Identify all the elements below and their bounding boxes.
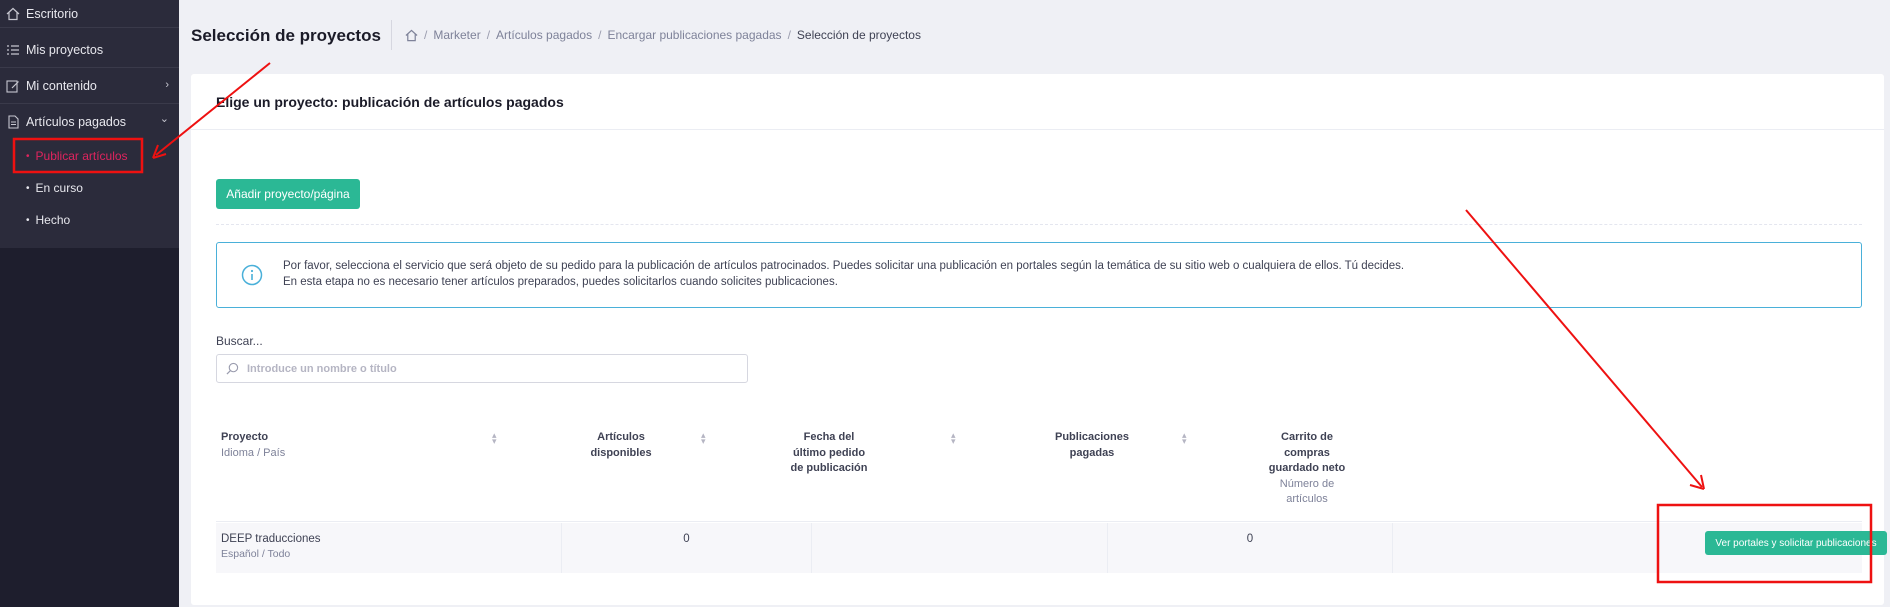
column-header-publicaciones[interactable]: Publicaciones pagadas	[1027, 430, 1157, 461]
add-project-button[interactable]: Añadir proyecto/página	[216, 179, 360, 209]
list-icon	[5, 42, 21, 58]
breadcrumb: / Marketer / Artículos pagados / Encarga…	[405, 28, 921, 42]
project-language: Español / Todo	[221, 548, 291, 560]
table-header: Proyecto Idioma / País ▴ ▾ Artículos disp…	[216, 422, 1862, 522]
column-header-sublabel: Número de	[1279, 477, 1335, 490]
column-header-label: compras	[1284, 446, 1330, 459]
search-field[interactable]	[216, 354, 748, 383]
card-title: Elige un proyecto: publicación de artícu…	[216, 94, 564, 110]
cell-articles-available: 0	[562, 523, 812, 573]
bullet-icon: •	[26, 150, 30, 162]
column-header-label: último pedido	[792, 446, 866, 459]
sort-icon[interactable]: ▴ ▾	[492, 431, 497, 446]
bullet-icon: •	[26, 214, 30, 226]
breadcrumb-current: Selección de proyectos	[796, 28, 921, 42]
breadcrumb-item[interactable]: Artículos pagados	[496, 28, 592, 42]
page-header: Selección de proyectos / Marketer / Artí…	[179, 0, 1890, 70]
view-portals-button[interactable]: Ver portales y solicitar publicaciones	[1705, 531, 1887, 555]
search-input[interactable]	[247, 362, 707, 375]
document-icon	[5, 114, 21, 130]
info-text: Por favor, selecciona el servicio que se…	[283, 258, 1404, 290]
breadcrumb-separator: /	[598, 28, 602, 42]
info-icon	[241, 264, 263, 286]
cell-paid-publications: 0	[1108, 523, 1393, 573]
breadcrumb-item[interactable]: Marketer	[433, 28, 480, 42]
column-header-label: guardado neto	[1268, 462, 1346, 474]
breadcrumb-item[interactable]: Encargar publicaciones pagadas	[607, 28, 781, 42]
column-header-label: Proyecto	[221, 431, 269, 443]
sort-icon[interactable]: ▴ ▾	[951, 431, 956, 446]
sidebar-item-articulos-pagados[interactable]: Artículos pagados ⌄	[0, 104, 179, 140]
cell-last-order-date	[812, 523, 1108, 573]
column-header-articulos[interactable]: Artículos disponibles	[561, 430, 681, 461]
column-header-sublabel: Idioma / País	[221, 446, 286, 459]
main-card: Elige un proyecto: publicación de artícu…	[191, 74, 1887, 605]
search-label: Buscar...	[216, 334, 263, 348]
breadcrumb-separator: /	[787, 28, 791, 42]
column-header-label: Publicaciones	[1055, 431, 1129, 443]
column-header-label: pagadas	[1069, 446, 1115, 459]
page-title: Selección de proyectos	[191, 26, 381, 45]
sidebar-subitem-label: En curso	[35, 181, 83, 195]
column-header-proyecto[interactable]: Proyecto Idioma / País	[221, 430, 285, 461]
breadcrumb-separator: /	[424, 28, 428, 42]
column-header-fecha[interactable]: Fecha del último pedido de publicación	[764, 430, 894, 477]
home-icon[interactable]	[405, 29, 418, 42]
sidebar-item-escritorio[interactable]: Escritorio	[0, 0, 179, 28]
sidebar-item-mis-proyectos[interactable]: Mis proyectos	[0, 32, 179, 68]
sidebar-subitem-label: Hecho	[35, 213, 71, 227]
info-alert: Por favor, selecciona el servicio que se…	[216, 242, 1862, 308]
divider	[216, 224, 1862, 225]
column-header-sublabel: artículos	[1286, 493, 1328, 505]
edit-icon	[5, 78, 21, 94]
column-header-label: disponibles	[590, 446, 652, 459]
bullet-icon: •	[26, 182, 30, 194]
sidebar-item-label: Escritorio	[26, 6, 79, 21]
sort-icon[interactable]: ▴ ▾	[701, 431, 706, 446]
column-header-label: de publicación	[790, 462, 868, 474]
chevron-right-icon: ›	[165, 79, 169, 91]
sidebar-item-label: Mis proyectos	[26, 42, 104, 57]
sidebar-subitem-en-curso[interactable]: • En curso	[26, 181, 83, 195]
sidebar-subitem-label: Publicar artículos	[35, 149, 128, 163]
sidebar-item-mi-contenido[interactable]: Mi contenido ›	[0, 68, 179, 104]
header-divider	[391, 20, 392, 50]
column-header-label: Carrito de	[1281, 431, 1333, 443]
sidebar-item-label: Mi contenido	[26, 78, 97, 93]
column-header-label: Fecha del	[803, 431, 855, 443]
column-header-carrito[interactable]: Carrito de compras guardado neto Número …	[1252, 430, 1362, 508]
table-row: DEEP traducciones Español / Todo 0 0 Ver…	[216, 523, 1887, 573]
sidebar-item-label: Artículos pagados	[26, 115, 127, 129]
sidebar-menu: Escritorio Mis proyectos Mi contenido › …	[0, 0, 179, 248]
search-icon	[226, 362, 239, 375]
sort-icon[interactable]: ▴ ▾	[1182, 431, 1187, 446]
info-line: En esta etapa no es necesario tener artí…	[283, 276, 838, 288]
home-icon	[5, 6, 21, 22]
project-name[interactable]: DEEP traducciones	[221, 533, 321, 545]
cell-project: DEEP traducciones Español / Todo	[216, 523, 562, 573]
card-header: Elige un proyecto: publicación de artícu…	[191, 74, 1884, 130]
column-header-label: Artículos	[597, 431, 645, 443]
chevron-down-icon: ⌄	[159, 113, 169, 125]
sidebar-subitem-hecho[interactable]: • Hecho	[26, 213, 70, 227]
sidebar: Escritorio Mis proyectos Mi contenido › …	[0, 0, 179, 607]
sidebar-subitem-publicar-articulos[interactable]: • Publicar artículos	[26, 149, 128, 163]
breadcrumb-separator: /	[486, 28, 491, 42]
info-line: Por favor, selecciona el servicio que se…	[283, 260, 1405, 272]
